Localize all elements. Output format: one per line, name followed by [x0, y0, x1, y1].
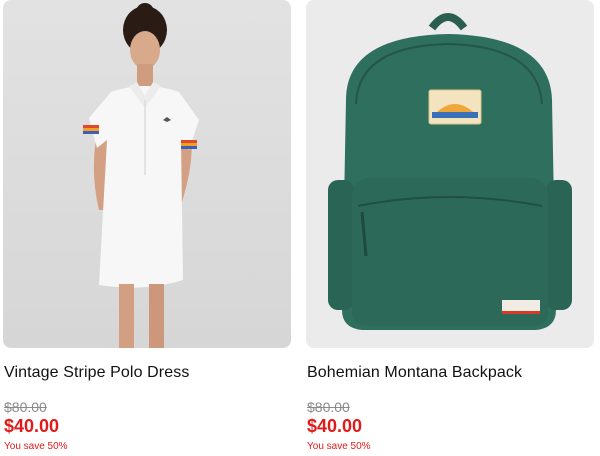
product-image-backpack[interactable]: [306, 0, 594, 348]
product-card-polo-dress[interactable]: Vintage Stripe Polo Dress $80.00 $40.00 …: [3, 0, 291, 456]
sale-price: $40.00: [4, 416, 60, 436]
original-price: $80.00: [4, 399, 47, 415]
backpack-illustration: [328, 13, 572, 330]
product-title[interactable]: Vintage Stripe Polo Dress: [4, 364, 189, 382]
original-price: $80.00: [307, 399, 350, 415]
product-card-backpack[interactable]: Bohemian Montana Backpack $80.00 $40.00 …: [306, 0, 594, 456]
savings-label: You save 50%: [4, 441, 68, 452]
polo-dress-illustration: [83, 3, 199, 348]
product-grid: Vintage Stripe Polo Dress $80.00 $40.00 …: [0, 0, 600, 456]
savings-label: You save 50%: [307, 441, 371, 452]
sale-price: $40.00: [307, 416, 363, 436]
product-image-polo-dress[interactable]: [3, 0, 291, 348]
product-title[interactable]: Bohemian Montana Backpack: [307, 364, 522, 382]
